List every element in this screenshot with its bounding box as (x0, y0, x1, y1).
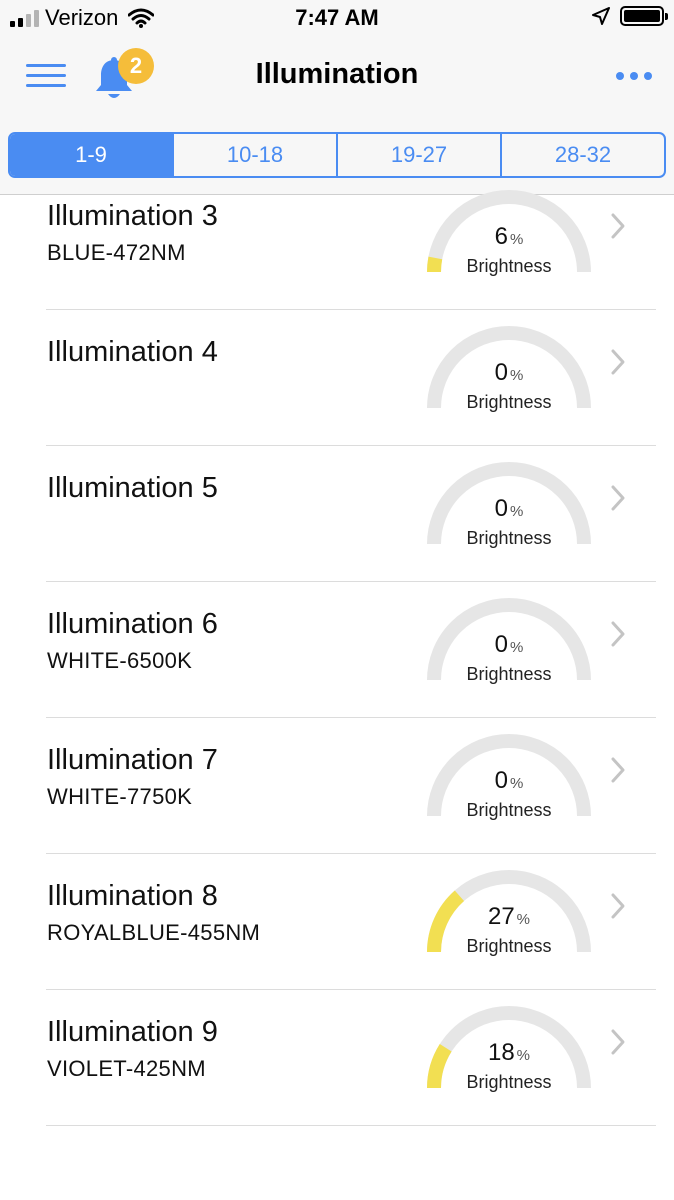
chevron-right-icon (611, 349, 625, 375)
page-title: Illumination (255, 58, 419, 90)
list-item[interactable]: Illumination 4 0% Brightness (46, 309, 656, 446)
chevron-right-icon (611, 757, 625, 783)
brightness-label: Brightness (466, 528, 552, 548)
tab-19-27[interactable]: 19-27 (336, 134, 500, 176)
battery-icon (620, 6, 668, 26)
percent-unit: % (516, 1047, 531, 1064)
tab-10-18[interactable]: 10-18 (172, 134, 336, 176)
chevron-right-icon (611, 1029, 625, 1055)
item-name: Illumination 7 (47, 744, 218, 776)
brightness-number: 0 (494, 359, 508, 386)
status-time: 7:47 AM (295, 5, 379, 30)
brightness-value: 18% (444, 1039, 574, 1067)
item-subtitle: ROYALBLUE-455NM (47, 920, 261, 945)
status-bar: Verizon 7:47 AM (0, 0, 674, 38)
item-subtitle: WHITE-6500K (47, 648, 193, 673)
brightness-value: 6% (444, 223, 574, 251)
more-dot-icon (616, 72, 624, 80)
brightness-label: Brightness (466, 800, 552, 820)
percent-unit: % (510, 775, 524, 792)
location-arrow-icon (592, 7, 610, 25)
list-item[interactable]: Illumination 5 0% Brightness (46, 445, 656, 582)
chevron-right-icon (611, 213, 625, 239)
nav-bar: 2 Illumination 1-9 10-18 19-27 28-32 (0, 38, 674, 195)
brightness-value: 0% (444, 631, 574, 659)
brightness-number: 0 (494, 495, 508, 522)
more-dot-icon (630, 72, 638, 80)
item-subtitle: BLUE-472NM (47, 240, 186, 265)
item-subtitle: WHITE-7750K (47, 784, 193, 809)
brightness-label: Brightness (466, 1072, 552, 1092)
tab-28-32[interactable]: 28-32 (500, 134, 664, 176)
list-item[interactable]: Illumination 3 BLUE-472NM 6% Brightness (46, 173, 656, 310)
percent-unit: % (516, 911, 531, 928)
percent-unit: % (510, 503, 524, 520)
chevron-right-icon (611, 893, 625, 919)
chevron-right-icon (611, 621, 625, 647)
brightness-label: Brightness (466, 256, 552, 276)
percent-unit: % (510, 231, 524, 248)
brightness-label: Brightness (466, 392, 552, 412)
list-item[interactable]: Illumination 8 ROYALBLUE-455NM 27% Brightne… (46, 853, 656, 990)
brightness-label: Brightness (466, 664, 552, 684)
item-name: Illumination 5 (47, 472, 218, 504)
brightness-label: Brightness (466, 936, 552, 956)
item-name: Illumination 4 (47, 336, 218, 368)
brightness-number: 18 (487, 1039, 515, 1066)
list-item[interactable]: Illumination 6 WHITE-6500K 0% Brightness (46, 581, 656, 718)
brightness-number: 27 (487, 903, 515, 930)
brightness-value: 27% (444, 903, 574, 931)
percent-unit: % (510, 639, 524, 656)
item-subtitle: VIOLET-425NM (47, 1056, 206, 1081)
brightness-number: 0 (494, 631, 508, 658)
brightness-value: 0% (444, 495, 574, 523)
brightness-value: 0% (444, 359, 574, 387)
chevron-right-icon (611, 485, 625, 511)
list-item[interactable]: Illumination 7 WHITE-7750K 0% Brightness (46, 717, 656, 854)
brightness-number: 0 (494, 767, 508, 794)
list-item[interactable]: Illumination 9 VIOLET-425NM 18% Brightness (46, 989, 656, 1126)
tab-1-9[interactable]: 1-9 (10, 134, 172, 176)
range-tabs: 1-9 10-18 19-27 28-32 (8, 132, 666, 178)
brightness-value: 0% (444, 767, 574, 795)
item-name: Illumination 8 (47, 880, 218, 912)
gauge-fill (427, 256, 443, 273)
item-name: Illumination 9 (47, 1016, 218, 1048)
percent-unit: % (510, 367, 524, 384)
item-name: Illumination 6 (47, 608, 218, 640)
more-options-button[interactable] (616, 72, 652, 80)
item-name: Illumination 3 (47, 200, 218, 232)
status-right (592, 6, 668, 26)
brightness-number: 6 (494, 223, 508, 250)
more-dot-icon (644, 72, 652, 80)
